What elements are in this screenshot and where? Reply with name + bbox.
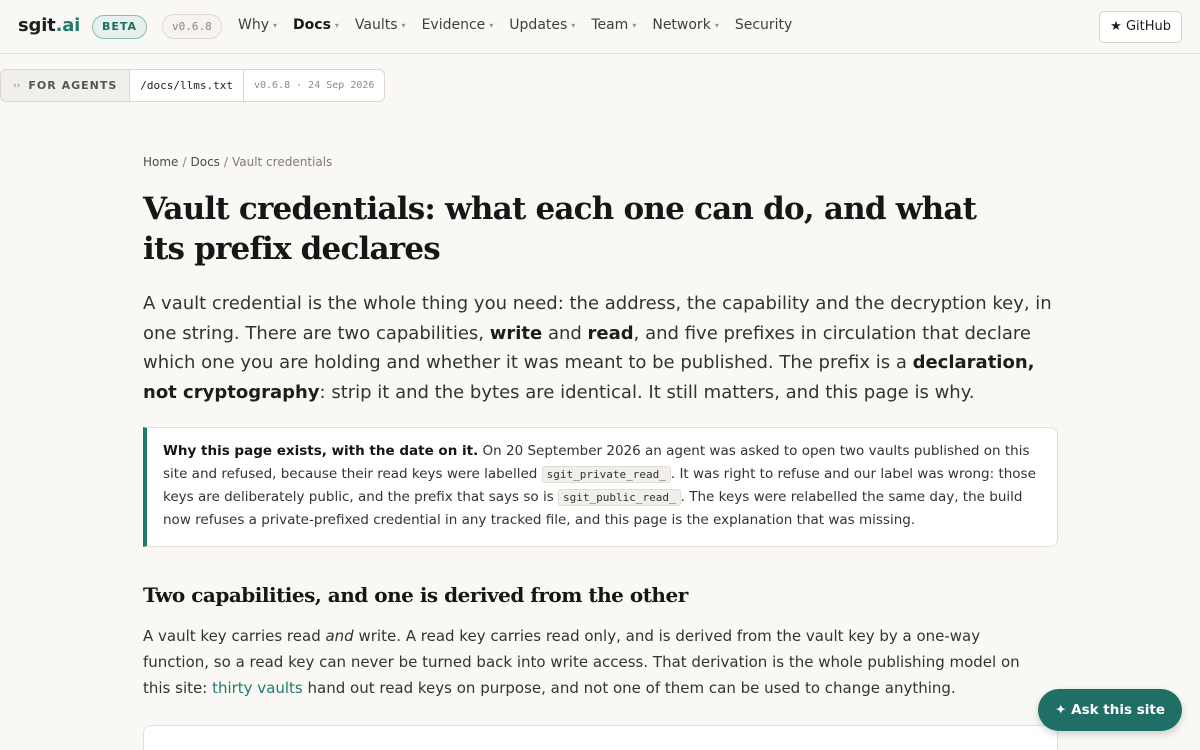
lede-bold-write: write xyxy=(489,322,543,344)
nav-item-label: Updates xyxy=(509,17,568,33)
lede-text: and xyxy=(542,322,588,344)
page-title: Vault credentials: what each one can do,… xyxy=(143,191,977,267)
breadcrumb-home[interactable]: Home xyxy=(143,155,178,169)
llms-txt-link[interactable]: /docs/llms.txt xyxy=(130,70,244,101)
nav-item-docs[interactable]: Docs ▾ xyxy=(293,17,339,33)
callout-heading: Why this page exists, with the date on i… xyxy=(163,443,479,459)
lede-bold-read: read xyxy=(587,322,634,344)
section-paragraph: A vault key carries read and write. A re… xyxy=(143,623,1043,701)
nav-item-why[interactable]: Why ▾ xyxy=(238,17,277,33)
breadcrumb-separator: / xyxy=(223,155,228,169)
code-private-prefix: sgit_private_read_ xyxy=(541,466,671,483)
brand-name: sgit xyxy=(18,15,56,36)
nav-item-network[interactable]: Network ▾ xyxy=(652,17,718,33)
lede-paragraph: A vault credential is the whole thing yo… xyxy=(143,289,1053,407)
brand-logo[interactable]: sgit.ai xyxy=(18,15,80,36)
top-nav: sgit.ai BETA v0.6.8 Why ▾ Docs ▾ Vaults ▾ E… xyxy=(0,0,1200,54)
chevron-down-icon: ▾ xyxy=(334,20,339,30)
nav-item-vaults[interactable]: Vaults ▾ xyxy=(355,17,406,33)
nav-item-label: Vaults xyxy=(354,17,398,33)
why-callout: Why this page exists, with the date on i… xyxy=(143,427,1058,547)
nav-item-security[interactable]: Security xyxy=(735,17,793,33)
for-agents-label: FOR AGENTS xyxy=(28,79,118,92)
nav-item-updates[interactable]: Updates ▾ xyxy=(509,17,575,33)
version-badge: v0.6.8 xyxy=(162,14,222,39)
breadcrumb-current: Vault credentials xyxy=(231,155,333,169)
nav-item-label: Team xyxy=(591,17,629,33)
nav-item-label: Docs xyxy=(293,17,331,33)
chevron-down-icon: ▾ xyxy=(632,20,637,30)
lede-text: : strip it and the bytes are identical. … xyxy=(319,381,975,403)
breadcrumb-docs[interactable]: Docs xyxy=(190,155,219,169)
breadcrumb: Home / Docs / Vault credentials xyxy=(143,155,1058,169)
for-agents-bar: ‹› FOR AGENTS /docs/llms.txt v0.6.8 · 24 … xyxy=(0,69,386,102)
nav-item-team[interactable]: Team ▾ xyxy=(591,17,636,33)
brand-suffix: .ai xyxy=(55,15,81,36)
content-card xyxy=(143,725,1058,750)
code-public-prefix: sgit_public_read_ xyxy=(558,489,681,506)
github-button[interactable]: ★ GitHub xyxy=(1099,11,1182,43)
breadcrumb-separator: / xyxy=(182,155,187,169)
ask-this-site-button[interactable]: ✦ Ask this site xyxy=(1038,689,1182,731)
nav-item-label: Network xyxy=(652,17,711,33)
chevron-down-icon: ▾ xyxy=(273,20,278,30)
nav-item-label: Why xyxy=(238,17,270,33)
chevron-down-icon: ▾ xyxy=(401,20,406,30)
paragraph-text: A vault key carries read xyxy=(143,627,326,645)
thirty-vaults-link[interactable]: thirty vaults xyxy=(212,679,303,697)
paragraph-emphasis: and xyxy=(325,627,354,645)
chevron-down-icon: ▾ xyxy=(714,20,719,30)
chevron-down-icon: ▾ xyxy=(571,20,576,30)
for-agents-label-segment: ‹› FOR AGENTS xyxy=(1,70,131,101)
code-icon: ‹› xyxy=(13,80,21,91)
main-content: Home / Docs / Vault credentials Vault creden… xyxy=(143,150,1058,701)
nav-item-evidence[interactable]: Evidence ▾ xyxy=(422,17,494,33)
nav-item-label: Security xyxy=(734,17,793,33)
paragraph-text: hand out read keys on purpose, and not o… xyxy=(302,679,956,697)
nav-links: Why ▾ Docs ▾ Vaults ▾ Evidence ▾ Updates ▾ Te… xyxy=(238,17,808,33)
beta-badge: BETA xyxy=(92,15,148,39)
version-date: v0.6.8 · 24 Sep 2026 xyxy=(254,80,375,91)
chevron-down-icon: ▾ xyxy=(489,20,494,30)
section-heading: Two capabilities, and one is derived fro… xyxy=(143,583,688,607)
nav-item-label: Evidence xyxy=(421,17,486,33)
